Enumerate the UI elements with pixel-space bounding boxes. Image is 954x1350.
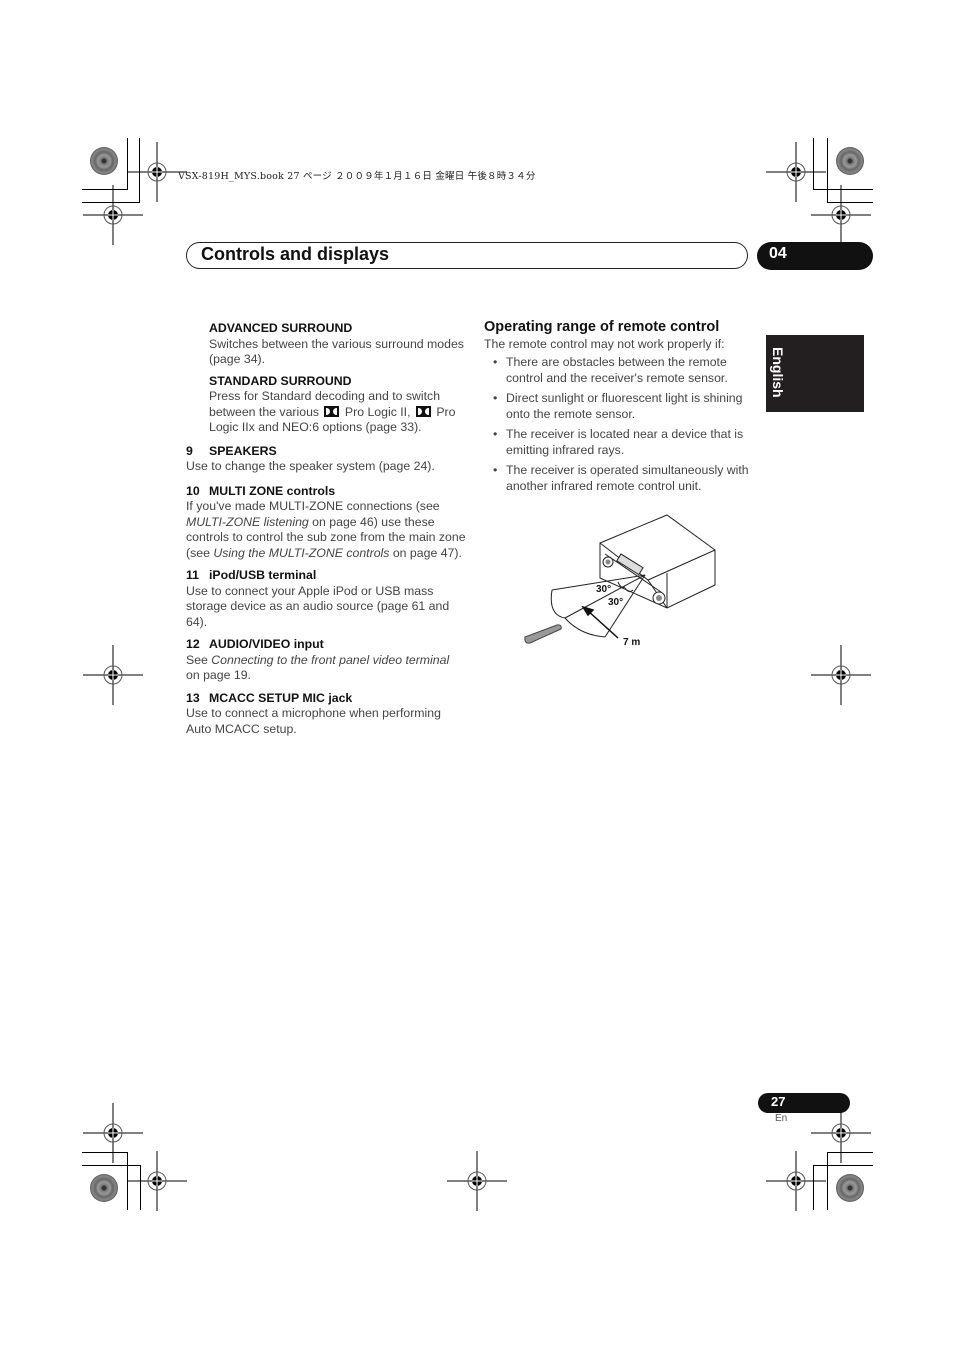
dolby-logo-icon: [324, 405, 340, 417]
dolby-logo-icon: [415, 405, 431, 417]
item-text: Press for Standard decoding and to switc…: [209, 389, 456, 434]
list-item: There are obstacles between the remote c…: [484, 355, 756, 386]
remote-range-intro: The remote control may not work properly…: [484, 336, 725, 351]
list-item: The receiver is located near a device th…: [484, 427, 756, 458]
item-heading: 13 MCACC SETUP MIC jack: [186, 690, 353, 705]
item-heading: STANDARD SURROUND: [209, 373, 352, 388]
section-title: Controls and displays: [201, 244, 390, 264]
language-tab: English: [766, 335, 864, 412]
angle-label-top: 30°: [596, 584, 611, 595]
left-column: ADVANCED SURROUND Switches between the v…: [186, 321, 466, 743]
right-column: Operating range of remote control The re…: [484, 319, 756, 499]
item-advanced-surround: ADVANCED SURROUND Switches between the v…: [186, 321, 466, 368]
registration-crosshair-icon: [83, 1103, 143, 1163]
item-audio-video-input: 12 AUDIO/VIDEO input See Connecting to th…: [186, 637, 466, 684]
list-item: Direct sunlight or fluorescent light is …: [484, 391, 756, 422]
registration-marks: [83, 142, 871, 1211]
cross-reference: MULTI-ZONE listening: [186, 514, 309, 529]
item-heading: 12 AUDIO/VIDEO input: [186, 637, 324, 651]
item-heading: 10 MULTI ZONE controls: [186, 483, 336, 498]
receiver-illustration: [599, 514, 716, 609]
registration-crosshair-icon: [766, 142, 826, 202]
registration-crosshair-icon: [811, 645, 871, 705]
list-item: The receiver is operated simultaneously …: [484, 463, 756, 494]
remote-range-bullets: There are obstacles between the remote c…: [484, 355, 756, 494]
item-speakers: 9 SPEAKERS Use to change the speaker syst…: [186, 444, 466, 475]
chapter-number: 04: [769, 245, 787, 262]
item-multi-zone: 10 MULTI ZONE controls If you've made MUL…: [186, 484, 466, 562]
registration-crosshair-icon: [83, 645, 143, 705]
item-heading: 11 iPod/USB terminal: [186, 568, 317, 582]
page-language-code: En: [775, 1113, 788, 1124]
item-heading: ADVANCED SURROUND: [209, 321, 353, 335]
registration-crosshair-icon: [83, 185, 143, 245]
cross-reference: Connecting to the front panel video term…: [211, 652, 450, 667]
item-standard-surround: STANDARD SURROUND Press for Standard dec…: [186, 374, 466, 436]
item-text: Use to change the speaker system (page 2…: [186, 459, 435, 473]
remote-range-illustration: 30° 30° 7 m: [524, 514, 716, 648]
item-mcacc-mic: 13 MCACC SETUP MIC jack Use to connect a …: [186, 691, 466, 738]
item-text: See Connecting to the front panel video …: [186, 652, 450, 683]
registration-crosshair-icon: [127, 1151, 187, 1211]
remote-range-heading: Operating range of remote control: [484, 319, 720, 335]
print-header: VSX-819H_MYS.book 27 ページ ２００９年１月１６日 金曜日 …: [178, 171, 536, 182]
page-number: 27: [771, 1094, 786, 1109]
registration-crosshair-icon: [811, 185, 871, 245]
item-text: If you've made MULTI-ZONE connections (s…: [186, 499, 466, 560]
remote-control-illustration: [524, 624, 562, 644]
page-number-badge: 27: [758, 1093, 850, 1113]
section-title-bar: Controls and displays: [186, 242, 748, 269]
chapter-badge: 04: [757, 242, 873, 270]
language-label: English: [770, 347, 786, 398]
registration-crosshair-icon: [766, 1151, 826, 1211]
item-text: Use to connect a microphone when perform…: [186, 706, 441, 736]
item-heading: 9 SPEAKERS: [186, 443, 277, 458]
item-ipod-usb: 11 iPod/USB terminal Use to connect your …: [186, 568, 466, 630]
angle-label-bottom: 30°: [608, 597, 623, 608]
cross-reference: Using the MULTI-ZONE controls: [213, 545, 390, 560]
registration-crosshair-icon: [447, 1151, 507, 1211]
item-text: Switches between the various surround mo…: [209, 336, 464, 367]
distance-label: 7 m: [623, 637, 640, 648]
item-text: Use to connect your Apple iPod or USB ma…: [186, 583, 450, 629]
